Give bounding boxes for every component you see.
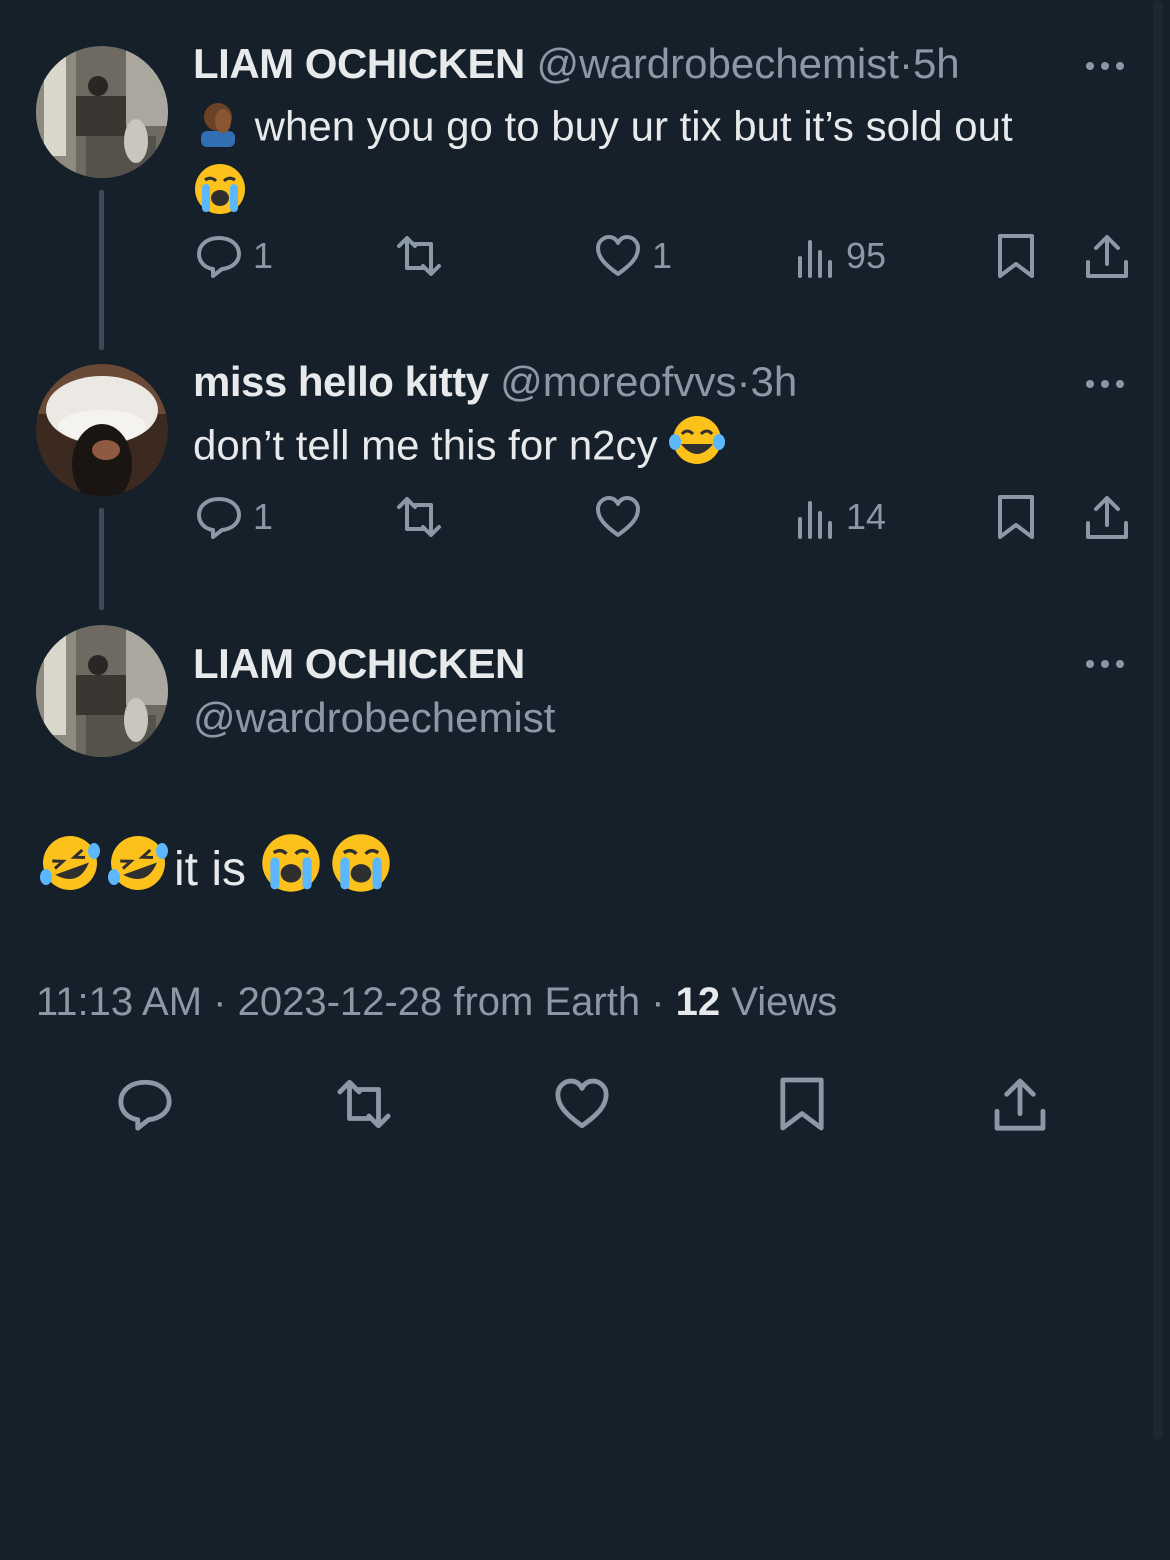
- share-icon: [994, 1078, 1046, 1131]
- handle[interactable]: @wardrobechemist: [193, 694, 555, 742]
- avatar[interactable]: [36, 364, 168, 496]
- avatar[interactable]: [36, 46, 168, 178]
- analytics-icon: [798, 240, 832, 278]
- avatar[interactable]: [36, 625, 168, 757]
- share-icon: [1086, 235, 1128, 278]
- views-button[interactable]: 95: [796, 232, 886, 280]
- retweet-button[interactable]: [393, 232, 445, 280]
- reply-count: 1: [253, 496, 274, 537]
- reply-icon: [118, 1079, 172, 1131]
- views-label: Views: [731, 980, 838, 1024]
- separator: ·: [651, 980, 665, 1024]
- timestamp[interactable]: 3h: [750, 358, 797, 405]
- bookmark-button[interactable]: [996, 493, 1036, 541]
- reply-button[interactable]: [116, 1075, 174, 1133]
- tweet-text-content: don’t tell me this for n2cy: [193, 421, 658, 469]
- like-button[interactable]: 1: [594, 232, 672, 280]
- retweet-icon: [397, 236, 441, 276]
- retweet-icon: [397, 497, 441, 537]
- like-count: 1: [652, 235, 673, 276]
- reply-icon: [197, 497, 241, 539]
- loudly-crying-face-emoji: [193, 162, 247, 231]
- views-button[interactable]: 14: [796, 493, 886, 541]
- main-tweet-name[interactable]: LIAM OCHICKEN: [193, 640, 525, 688]
- tweet-1[interactable]: LIAM OCHICKEN @wardrobechemist·5h when y…: [0, 0, 1150, 350]
- main-tweet-text: it is: [38, 832, 392, 906]
- share-button[interactable]: [1084, 493, 1130, 541]
- post-date[interactable]: 2023-12-28: [238, 980, 443, 1024]
- share-button[interactable]: [992, 1075, 1048, 1133]
- share-icon: [1086, 496, 1128, 539]
- bookmark-icon: [998, 234, 1034, 278]
- more-options-icon[interactable]: [1086, 660, 1124, 668]
- reply-button[interactable]: 1: [195, 493, 273, 541]
- like-button[interactable]: [553, 1075, 611, 1133]
- view-count: 95: [846, 235, 887, 276]
- separator: ·: [736, 358, 751, 405]
- tweet-text: don’t tell me this for n2cy: [193, 414, 1093, 483]
- tweet-header: LIAM OCHICKEN @wardrobechemist·5h: [193, 40, 960, 88]
- retweet-icon: [337, 1079, 391, 1129]
- bookmark-icon: [998, 495, 1034, 539]
- retweet-button[interactable]: [393, 493, 445, 541]
- main-tweet-text-content: it is: [174, 842, 246, 896]
- bookmark-icon: [780, 1077, 824, 1131]
- tweet-actions: 1 1 95: [0, 232, 1150, 292]
- retweet-button[interactable]: [332, 1075, 396, 1133]
- face-with-tears-of-joy-emoji: [669, 414, 726, 483]
- display-name[interactable]: LIAM OCHICKEN: [193, 640, 525, 687]
- tweet-text: when you go to buy ur tix but it’s sold …: [193, 97, 1093, 231]
- tweet-header: miss hello kitty @moreofvvs·3h: [193, 358, 797, 406]
- like-button[interactable]: [594, 493, 642, 541]
- view-count: 14: [846, 496, 887, 537]
- reply-button[interactable]: 1: [195, 232, 273, 280]
- reply-icon: [197, 236, 241, 278]
- tweet-metadata: 11:13 AM · 2023-12-28 from Earth · 12 Vi…: [36, 980, 837, 1025]
- man-facepalming-emoji: [193, 97, 243, 162]
- heart-icon: [596, 496, 640, 537]
- bookmark-button[interactable]: [996, 232, 1036, 280]
- share-button[interactable]: [1084, 232, 1130, 280]
- loudly-crying-face-emoji: [330, 832, 392, 906]
- rolling-on-the-floor-laughing-emoji: [38, 833, 102, 905]
- post-source: from Earth: [453, 980, 641, 1024]
- display-name[interactable]: LIAM OCHICKEN: [193, 40, 525, 87]
- analytics-icon: [798, 501, 832, 539]
- post-time[interactable]: 11:13 AM: [36, 980, 202, 1024]
- rolling-on-the-floor-laughing-emoji: [106, 833, 170, 905]
- loudly-crying-face-emoji: [260, 832, 322, 906]
- heart-icon: [596, 235, 640, 276]
- display-name[interactable]: miss hello kitty: [193, 358, 489, 405]
- tweet-text-content: when you go to buy ur tix but it’s sold …: [254, 102, 1013, 150]
- main-tweet-actions: [0, 1075, 1150, 1139]
- handle[interactable]: @wardrobechemist: [537, 40, 899, 87]
- separator: ·: [898, 40, 913, 87]
- handle[interactable]: @moreofvvs: [500, 358, 736, 405]
- tweet-actions: 1 14: [0, 493, 1150, 553]
- tweet-2[interactable]: miss hello kitty @moreofvvs·3h don’t tel…: [0, 350, 1150, 612]
- separator: ·: [213, 980, 227, 1024]
- more-options-icon[interactable]: [1086, 62, 1124, 70]
- heart-icon: [555, 1078, 609, 1129]
- more-options-icon[interactable]: [1086, 380, 1124, 388]
- timestamp[interactable]: 5h: [913, 40, 960, 87]
- reply-count: 1: [253, 235, 274, 276]
- scrollbar[interactable]: [1153, 0, 1163, 1440]
- bookmark-button[interactable]: [778, 1075, 826, 1133]
- views-count: 12: [675, 980, 721, 1024]
